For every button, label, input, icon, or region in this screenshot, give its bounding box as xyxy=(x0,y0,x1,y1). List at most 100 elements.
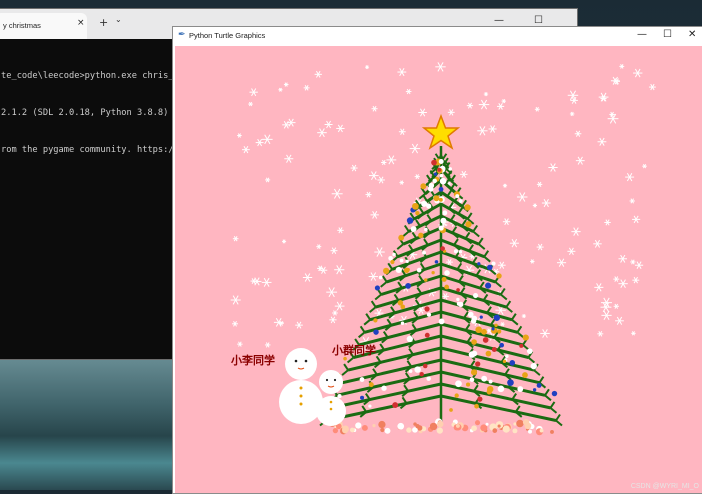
snowflake xyxy=(264,342,271,348)
snowflake xyxy=(331,188,343,199)
ornament xyxy=(433,195,440,202)
turtle-minimize-button[interactable]: — xyxy=(637,29,647,40)
ornament xyxy=(433,172,438,176)
snowflake xyxy=(350,164,358,172)
ornament xyxy=(359,377,365,382)
ornament xyxy=(395,266,402,274)
snowflake xyxy=(282,239,287,244)
snowflake xyxy=(633,68,643,78)
ground-dot xyxy=(349,427,355,433)
ornament xyxy=(532,388,537,392)
snowflake xyxy=(593,239,602,248)
snowflake xyxy=(303,85,310,91)
snowflake xyxy=(237,341,243,347)
snowflake xyxy=(399,180,404,185)
ground-dot xyxy=(512,428,518,434)
ornament xyxy=(424,227,428,232)
ornament xyxy=(437,167,442,172)
snowflake xyxy=(326,287,338,298)
ornament xyxy=(497,329,502,334)
snowflake xyxy=(446,258,453,266)
snowflake xyxy=(409,143,421,154)
snowflake xyxy=(369,171,379,180)
snowflake xyxy=(618,279,628,288)
ornament xyxy=(405,283,412,289)
ornament xyxy=(406,267,410,272)
ornament xyxy=(422,250,426,255)
ground-dot xyxy=(516,419,524,428)
terminal-tab[interactable]: y christmas × xyxy=(0,13,87,39)
snowflake xyxy=(567,247,576,256)
ornament xyxy=(398,234,405,241)
snowflake xyxy=(604,219,611,226)
turtle-titlebar[interactable]: ✒ Python Turtle Graphics — ☐ ✕ xyxy=(173,27,702,45)
turtle-window[interactable]: ✒ Python Turtle Graphics — ☐ ✕ 小李同学 小群同学… xyxy=(172,26,702,494)
snowflake xyxy=(597,137,607,146)
snowflake xyxy=(488,125,497,133)
new-tab-button[interactable]: + xyxy=(99,16,108,29)
snowflake xyxy=(370,211,379,219)
snowflake xyxy=(532,203,538,208)
snowflake xyxy=(648,83,656,91)
turtle-canvas[interactable]: 小李同学 小群同学 CSDN @WYRI_MI_O xyxy=(175,46,702,493)
snowflake xyxy=(232,320,239,327)
ornament xyxy=(426,376,431,381)
ornament xyxy=(526,348,533,355)
ornament xyxy=(491,327,495,331)
ornament xyxy=(412,202,419,210)
snowflake xyxy=(414,174,420,180)
turtle-close-button[interactable]: ✕ xyxy=(688,29,696,40)
snowflake xyxy=(365,191,372,198)
ornament xyxy=(468,351,476,358)
ornament xyxy=(383,267,390,275)
snowflake xyxy=(332,310,338,316)
ornament xyxy=(431,159,437,166)
ornament xyxy=(464,204,471,211)
terminal-maximize-button[interactable]: ☐ xyxy=(534,15,543,26)
snowflake xyxy=(262,134,273,145)
snowflake xyxy=(634,261,644,270)
snowflake xyxy=(521,313,527,319)
turtle-maximize-button[interactable]: ☐ xyxy=(663,29,672,40)
ground-dot xyxy=(539,428,544,433)
snowflake xyxy=(594,283,604,292)
ornament xyxy=(441,276,447,282)
snowflake xyxy=(377,176,385,184)
ground-dot xyxy=(372,423,376,428)
csdn-watermark: CSDN @WYRI_MI_O xyxy=(630,483,699,490)
ornament xyxy=(381,385,387,391)
ground-dot xyxy=(380,427,385,433)
ornament xyxy=(456,297,460,302)
snowflake xyxy=(398,128,406,135)
ornament xyxy=(337,394,342,399)
snowflake xyxy=(541,198,551,208)
ground-dot xyxy=(502,425,510,433)
ornament xyxy=(399,258,404,263)
snowflake xyxy=(329,316,337,324)
terminal-tab-title: y christmas xyxy=(3,21,41,30)
ornament xyxy=(536,383,542,388)
ornament xyxy=(438,159,444,165)
ornament xyxy=(373,318,378,323)
ornament xyxy=(496,273,502,279)
snowflake xyxy=(536,181,543,187)
tab-close-icon[interactable]: × xyxy=(77,18,85,28)
ground-dot xyxy=(550,429,554,434)
snowflake xyxy=(569,111,575,117)
terminal-minimize-button[interactable]: — xyxy=(494,15,504,26)
ornament xyxy=(458,199,463,203)
snowflake xyxy=(574,130,582,137)
ornament xyxy=(428,182,435,189)
snowflake xyxy=(613,303,619,309)
ornament xyxy=(378,275,383,280)
snowflake xyxy=(447,109,455,116)
snowflake xyxy=(397,67,407,77)
ornament xyxy=(414,366,421,373)
ornament xyxy=(491,347,497,352)
tab-dropdown-icon[interactable]: ⌄ xyxy=(115,15,122,24)
snowflake xyxy=(405,88,412,95)
ornament xyxy=(522,334,529,341)
snowflake xyxy=(597,331,604,337)
ground-dot xyxy=(497,424,501,428)
ornament xyxy=(485,282,492,289)
